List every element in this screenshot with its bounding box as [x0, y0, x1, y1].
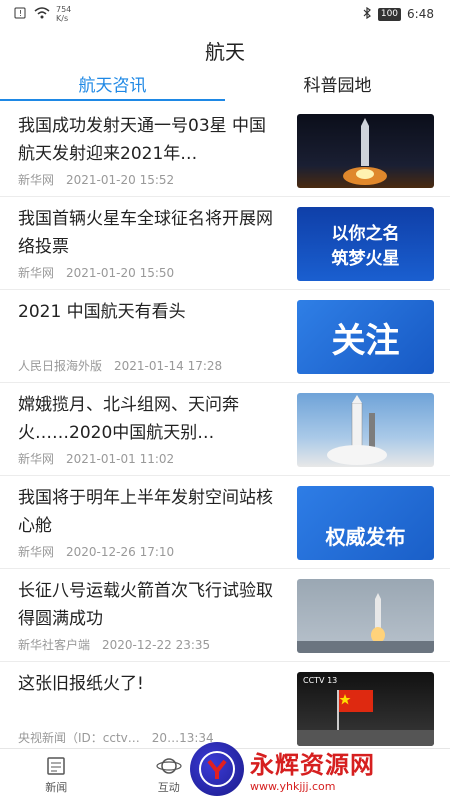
news-source: 新华社客户端 — [18, 638, 90, 652]
news-item[interactable]: 嫦娥揽月、北斗组网、天问奔火……2020中国航天别… 新华网 2021-01-01… — [0, 383, 450, 476]
news-source: 新华网 — [18, 545, 54, 559]
news-item[interactable]: 我国首辆火星车全球征名将开展网络投票 新华网 2021-01-20 15:50 以… — [0, 197, 450, 290]
bluetooth-icon — [362, 7, 372, 22]
news-title: 这张旧报纸火了! — [18, 670, 276, 698]
news-thumbnail-flag-moon: CCTV 13 — [297, 672, 434, 746]
watermark-text: 永辉资源网 www.yhkjjj.com — [250, 745, 375, 793]
status-right: 100 6:48 — [362, 7, 450, 22]
news-meta: 新华网 2020-12-26 17:10 — [18, 543, 174, 560]
net-speed: 754 K/s — [56, 5, 71, 23]
tab-space-news[interactable]: 航天咨讯 — [0, 72, 225, 100]
news-meta: 新华网 2021-01-20 15:52 — [18, 171, 174, 188]
news-item[interactable]: 长征八号运载火箭首次飞行试验取得圆满成功 新华社客户端 2020-12-22 23… — [0, 569, 450, 662]
watermark-title: 永辉资源网 — [250, 745, 375, 780]
planet-icon — [156, 755, 182, 777]
active-tab-indicator — [0, 99, 225, 101]
news-thumbnail-attention: 关注 — [297, 300, 434, 374]
nav-news-label: 新闻 — [45, 779, 67, 795]
wifi-icon — [34, 7, 50, 22]
news-source: 人民日报海外版 — [18, 359, 102, 373]
page-title: 航天 — [0, 36, 450, 65]
newspaper-icon — [45, 755, 67, 777]
svg-text:!: ! — [19, 9, 22, 18]
news-list: 我国成功发射天通一号03星 中国航天发射迎来2021年… 新华网 2021-01-… — [0, 104, 450, 755]
news-item[interactable]: 2021 中国航天有看头 人民日报海外版 2021-01-14 17:28 关注 — [0, 290, 450, 383]
news-meta: 新华网 2021-01-20 15:50 — [18, 264, 174, 281]
thumb-headline: 以你之名 — [332, 219, 400, 244]
nav-interact-label: 互动 — [158, 779, 180, 795]
news-time: 2020-12-22 23:35 — [102, 638, 210, 652]
channel-badge: CCTV 13 — [303, 676, 337, 685]
status-bar: ! 754 K/s 100 6:48 — [0, 0, 450, 28]
thumb-headline: 权威发布 — [326, 521, 406, 550]
sim-icon: ! — [14, 7, 28, 22]
news-title: 我国将于明年上半年发射空间站核心舱 — [18, 484, 276, 540]
nav-news[interactable]: 新闻 — [0, 749, 113, 801]
news-meta: 新华网 2021-01-01 11:02 — [18, 450, 174, 467]
news-thumbnail-rocket-launch — [297, 393, 434, 467]
news-source: 央视新闻（ID：cctv… — [18, 731, 140, 745]
news-item[interactable]: 我国将于明年上半年发射空间站核心舱 新华网 2020-12-26 17:10 权威… — [0, 476, 450, 569]
watermark-url: www.yhkjjj.com — [250, 780, 375, 793]
battery-indicator: 100 — [378, 8, 401, 21]
news-time: 2021-01-20 15:52 — [66, 173, 174, 187]
news-meta: 新华社客户端 2020-12-22 23:35 — [18, 636, 210, 653]
status-left: ! 754 K/s — [0, 5, 71, 23]
news-title: 我国首辆火星车全球征名将开展网络投票 — [18, 205, 276, 261]
news-source: 新华网 — [18, 173, 54, 187]
news-thumbnail-official-release: 权威发布 — [297, 486, 434, 560]
watermark-overlay: 永辉资源网 www.yhkjjj.com — [190, 738, 450, 800]
news-time: 2020-12-26 17:10 — [66, 545, 174, 559]
watermark-logo-icon — [190, 742, 244, 796]
tab-science-garden[interactable]: 科普园地 — [225, 72, 450, 100]
news-thumbnail-long-march-8 — [297, 579, 434, 653]
news-item[interactable]: 我国成功发射天通一号03星 中国航天发射迎来2021年… 新华网 2021-01-… — [0, 104, 450, 197]
news-title: 我国成功发射天通一号03星 中国航天发射迎来2021年… — [18, 112, 276, 168]
news-thumbnail-rocket-night — [297, 114, 434, 188]
news-source: 新华网 — [18, 266, 54, 280]
news-time: 2021-01-01 11:02 — [66, 452, 174, 466]
thumb-subheadline: 筑梦火星 — [332, 244, 400, 269]
news-title: 嫦娥揽月、北斗组网、天问奔火……2020中国航天别… — [18, 391, 276, 447]
clock: 6:48 — [407, 7, 434, 21]
news-thumbnail-mars-naming: 以你之名 筑梦火星 — [297, 207, 434, 281]
tab-bar: 航天咨讯 科普园地 — [0, 72, 450, 100]
news-source: 新华网 — [18, 452, 54, 466]
news-title: 长征八号运载火箭首次飞行试验取得圆满成功 — [18, 577, 276, 633]
news-time: 2021-01-20 15:50 — [66, 266, 174, 280]
news-time: 2021-01-14 17:28 — [114, 359, 222, 373]
news-title: 2021 中国航天有看头 — [18, 298, 276, 326]
thumb-headline: 关注 — [332, 313, 400, 362]
news-meta: 人民日报海外版 2021-01-14 17:28 — [18, 357, 222, 374]
news-meta: 央视新闻（ID：cctv…20…13:34 — [18, 729, 214, 746]
